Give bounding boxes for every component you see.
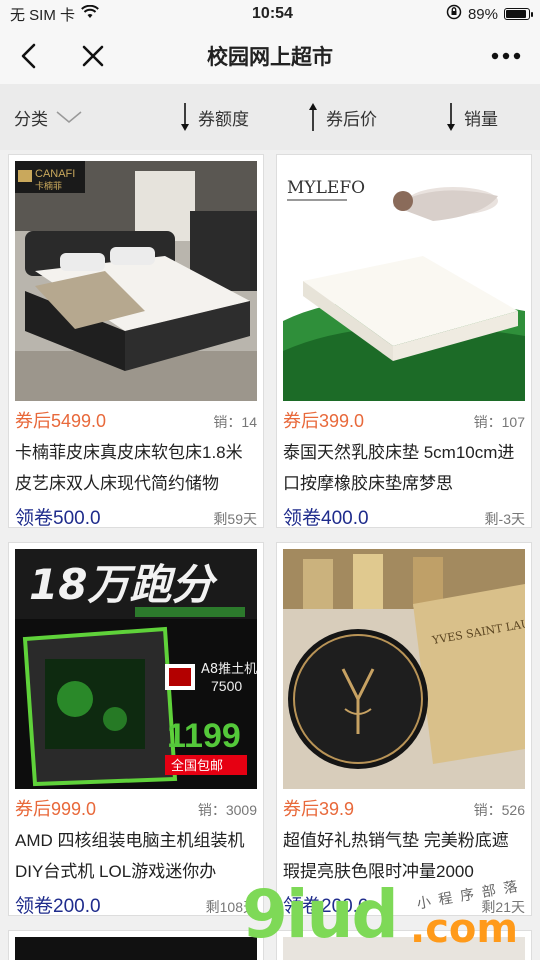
clock: 10:54 bbox=[252, 5, 293, 22]
status-bar: 无 SIM 卡 10:54 89% bbox=[0, 0, 540, 28]
pc-badge: A8推土机 bbox=[201, 662, 257, 677]
pc-headline: 18万跑分 bbox=[29, 560, 218, 609]
product-title: 超值好礼热销气垫 完美粉底遮瑕提亮肤色限时冲量2000 bbox=[283, 831, 509, 881]
product-title: 卡楠菲皮床真皮床软包床1.8米皮艺床双人床现代简约储物 bbox=[15, 443, 243, 493]
arrow-down-icon bbox=[447, 103, 455, 131]
wifi-icon bbox=[81, 4, 99, 23]
nav-left bbox=[14, 41, 108, 71]
filter-category[interactable]: 分类 bbox=[14, 105, 82, 130]
product-card-partial[interactable] bbox=[276, 930, 532, 960]
after-coupon-price: 券后999.0 bbox=[15, 799, 97, 819]
battery-level bbox=[506, 10, 526, 18]
pc-shipping: 全国包邮 bbox=[171, 758, 223, 774]
sales-count: 销：526 bbox=[473, 802, 525, 818]
filter-sales-label: 销量 bbox=[464, 109, 498, 129]
arrow-down-icon bbox=[181, 103, 189, 131]
product-grid: CANAFI 卡楠菲 券后5499.0 销：14 卡楠菲皮床真皮床软包床1.8米… bbox=[0, 154, 540, 960]
product-card[interactable]: 18万跑分 A8推土机 7500 1199 全国包邮 券后999.0 销：300… bbox=[8, 542, 264, 916]
product-card[interactable]: YVES SAINT LAURENT 券后39.9 销：526 超值好礼热销气垫… bbox=[276, 542, 532, 916]
product-image-bed: CANAFI 卡楠菲 bbox=[15, 161, 257, 401]
coupon-row: 领卷500.0 剩59天 bbox=[15, 503, 257, 527]
close-button[interactable] bbox=[78, 41, 108, 71]
after-coupon-price: 券后39.9 bbox=[283, 799, 355, 819]
filter-after-coupon-price[interactable]: 券后价 bbox=[308, 102, 377, 132]
days-remaining: 剩108天 bbox=[205, 899, 257, 915]
carrier-label: 无 SIM 卡 bbox=[10, 6, 76, 24]
brand-label: MYLEFO bbox=[287, 178, 365, 198]
product-image-pc: 18万跑分 A8推土机 7500 1199 全国包邮 bbox=[15, 549, 257, 789]
coupon-amount[interactable]: 领卷200.0 bbox=[283, 891, 369, 915]
coupon-row: 领卷200.0 剩21天 bbox=[283, 891, 525, 915]
product-image-cushion: YVES SAINT LAURENT bbox=[283, 549, 525, 789]
product-card[interactable]: MYLEFO 券后399.0 销：107 泰国天然乳胶床垫 5cm10cm进口按… bbox=[276, 154, 532, 528]
product-card-partial[interactable] bbox=[8, 930, 264, 960]
pc-model: 7500 bbox=[211, 678, 242, 694]
pc-price-tag: 1199 bbox=[167, 717, 241, 755]
brand-sub-label: 卡楠菲 bbox=[35, 180, 62, 192]
price-row: 券后399.0 销：107 bbox=[283, 407, 525, 433]
price-row: 券后39.9 销：526 bbox=[283, 795, 525, 821]
coupon-amount[interactable]: 领卷500.0 bbox=[15, 503, 101, 527]
sales-count: 销：107 bbox=[473, 414, 525, 430]
price-row: 券后5499.0 销：14 bbox=[15, 407, 257, 433]
filter-coupon-amount[interactable]: 券额度 bbox=[180, 102, 249, 132]
days-remaining: 剩59天 bbox=[213, 511, 257, 527]
product-title: 泰国天然乳胶床垫 5cm10cm进口按摩橡胶床垫席梦思 bbox=[283, 443, 515, 493]
filter-after-price-label: 券后价 bbox=[326, 109, 377, 129]
more-button[interactable] bbox=[486, 41, 526, 71]
arrow-up-icon bbox=[309, 103, 317, 131]
product-image-mattress: MYLEFO bbox=[283, 161, 525, 401]
days-remaining: 剩-3天 bbox=[484, 511, 525, 527]
battery-percent: 89% bbox=[467, 5, 498, 23]
chevron-down-icon bbox=[56, 111, 82, 123]
coupon-amount[interactable]: 领卷200.0 bbox=[15, 891, 101, 915]
status-right: 89% bbox=[446, 4, 533, 24]
more-dots-icon bbox=[491, 52, 521, 60]
status-left: 无 SIM 卡 bbox=[10, 4, 99, 25]
filter-category-label: 分类 bbox=[14, 109, 48, 129]
product-card[interactable]: CANAFI 卡楠菲 券后5499.0 销：14 卡楠菲皮床真皮床软包床1.8米… bbox=[8, 154, 264, 528]
after-coupon-price: 券后5499.0 bbox=[15, 411, 107, 431]
filter-coupon-label: 券额度 bbox=[198, 109, 249, 129]
sales-count: 销：14 bbox=[213, 414, 257, 430]
coupon-row: 领卷200.0 剩108天 bbox=[15, 891, 257, 915]
brand-label: CANAFI bbox=[35, 168, 75, 180]
sales-count: 销：3009 bbox=[197, 802, 257, 818]
days-remaining: 剩21天 bbox=[481, 899, 525, 915]
product-title: AMD 四核组装电脑主机组装机DIY台式机 LOL游戏迷你办 bbox=[15, 831, 245, 881]
battery-icon bbox=[504, 8, 533, 20]
coupon-amount[interactable]: 领卷400.0 bbox=[283, 503, 369, 527]
coupon-row: 领卷400.0 剩-3天 bbox=[283, 503, 525, 527]
nav-bar: 校园网上超市 bbox=[0, 28, 540, 84]
filter-sales[interactable]: 销量 bbox=[446, 102, 498, 132]
price-row: 券后999.0 销：3009 bbox=[15, 795, 257, 821]
after-coupon-price: 券后399.0 bbox=[283, 411, 365, 431]
close-icon bbox=[82, 45, 104, 67]
filter-bar: 分类 券额度 券后价 销量 bbox=[0, 84, 540, 150]
back-button[interactable] bbox=[14, 41, 44, 71]
rotation-lock-icon bbox=[446, 4, 462, 24]
back-chevron-icon bbox=[21, 43, 36, 69]
